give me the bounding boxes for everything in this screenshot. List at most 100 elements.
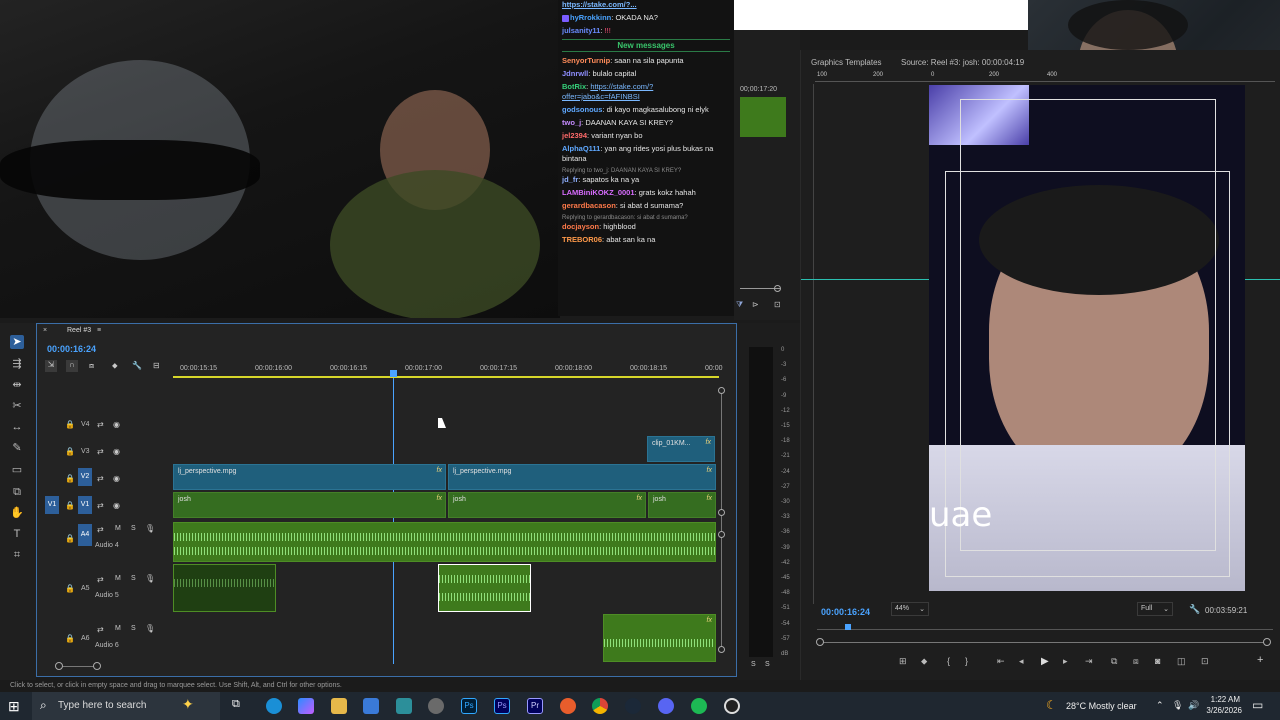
zoom-select[interactable]: 44% ⌄: [891, 602, 929, 616]
chat-username[interactable]: jd_fr: [562, 175, 578, 184]
chat-username[interactable]: AlphaQ111: [562, 144, 600, 153]
sync-lock-icon[interactable]: ⇄: [97, 420, 104, 429]
type-tool-icon[interactable]: T: [10, 527, 24, 541]
meter-solo-left[interactable]: S: [751, 661, 756, 668]
playhead-line[interactable]: [393, 378, 394, 664]
clip-v3[interactable]: clip_01KM... fx: [647, 436, 715, 462]
tab-graphics-templates[interactable]: Graphics Templates: [811, 58, 882, 67]
vscroll-handle[interactable]: [718, 646, 725, 653]
chat-username[interactable]: jel2394: [562, 131, 587, 140]
export-icon[interactable]: ⊡: [1201, 656, 1209, 667]
pen-tool-icon[interactable]: ✎: [10, 441, 24, 455]
microphone-icon[interactable]: 🎙: [145, 574, 155, 583]
weather-icon[interactable]: ☾: [1046, 698, 1057, 712]
clock-time[interactable]: 1:22 AM: [1208, 695, 1240, 704]
add-marker-icon[interactable]: ⬥: [921, 656, 927, 667]
go-to-in-icon[interactable]: ⇤: [997, 656, 1005, 667]
play-icon[interactable]: ▶: [1041, 656, 1049, 667]
sync-lock-icon[interactable]: ⇄: [97, 447, 104, 456]
source-scrubber[interactable]: [817, 624, 1273, 630]
solo-button[interactable]: S: [131, 625, 136, 632]
slip-tool-icon[interactable]: ↔: [10, 420, 24, 434]
remix-tool-icon[interactable]: ⧉: [10, 485, 24, 499]
export-frame-icon[interactable]: ⊡: [774, 300, 782, 309]
lock-icon[interactable]: 🔒: [65, 447, 75, 456]
selection-tool-icon[interactable]: ➤: [10, 335, 24, 349]
chat-username[interactable]: TREBOR06: [562, 235, 602, 244]
vscroll-handle[interactable]: [718, 531, 725, 538]
clip-a5-1[interactable]: [173, 564, 276, 612]
lock-icon[interactable]: 🔒: [65, 501, 75, 510]
spotify-icon[interactable]: [691, 698, 707, 714]
comparison-icon[interactable]: ◫: [1177, 656, 1186, 667]
mini-scroll-handle[interactable]: [774, 285, 781, 292]
microphone-tray-icon[interactable]: 🎙: [1172, 700, 1183, 711]
tab-source[interactable]: Source: Reel #3: josh: 00:00:04:19: [901, 58, 1024, 67]
track-select-tool-icon[interactable]: ⇶: [10, 357, 24, 371]
track-v2-target[interactable]: V2: [78, 468, 92, 486]
chat-username[interactable]: BotRix: [562, 82, 586, 91]
source-current-time[interactable]: 00:00:16:24: [821, 607, 870, 617]
microphone-icon[interactable]: 🎙: [145, 624, 155, 633]
eye-icon[interactable]: ◉: [113, 447, 120, 456]
hscroll-handle-right[interactable]: [93, 662, 101, 670]
zoom-handle-right[interactable]: [1263, 638, 1271, 646]
auto-reframe-tool-icon[interactable]: ⌗: [10, 548, 24, 562]
sync-lock-icon[interactable]: ⇄: [97, 625, 104, 634]
lock-icon[interactable]: 🔒: [65, 584, 75, 593]
store-icon[interactable]: [363, 698, 379, 714]
eye-icon[interactable]: ◉: [113, 501, 120, 510]
sync-lock-icon[interactable]: ⇄: [97, 575, 104, 584]
add-button-icon[interactable]: +: [1257, 654, 1263, 666]
mark-out-icon[interactable]: }: [965, 656, 968, 666]
windows-start-icon[interactable]: ⊞: [8, 698, 20, 715]
meter-solo-right[interactable]: S: [765, 661, 770, 668]
lock-icon[interactable]: 🔒: [65, 634, 75, 643]
step-forward-icon[interactable]: ▸: [1063, 656, 1068, 667]
razor-tool-icon[interactable]: ✂: [10, 399, 24, 413]
file-explorer-icon[interactable]: [331, 698, 347, 714]
lock-icon[interactable]: 🔒: [65, 474, 75, 483]
vscroll-handle[interactable]: [718, 509, 725, 516]
photoshop-icon[interactable]: Ps: [461, 698, 477, 714]
linked-selection-icon[interactable]: ⧈: [89, 361, 94, 371]
playhead-handle[interactable]: [390, 370, 397, 377]
tab-menu-icon[interactable]: ≡: [97, 327, 101, 334]
photoshop-alt-icon[interactable]: Ps: [494, 698, 510, 714]
step-back-icon[interactable]: ◂: [1019, 656, 1024, 667]
resolution-select[interactable]: Full ⌄: [1137, 602, 1173, 616]
insert-clip-icon[interactable]: ⧉: [1111, 656, 1117, 667]
app-icon[interactable]: [396, 698, 412, 714]
settings-icon[interactable]: [428, 698, 444, 714]
edge-icon[interactable]: [266, 698, 282, 714]
premiere-pro-icon[interactable]: Pr: [527, 698, 543, 714]
chat-username[interactable]: two_j: [562, 118, 581, 127]
lock-icon[interactable]: 🔒: [65, 420, 75, 429]
clip-v2-2[interactable]: lj_perspective.mpg fx: [448, 464, 716, 490]
filter-icon[interactable]: ⧩: [736, 300, 744, 309]
mute-button[interactable]: M: [115, 575, 121, 582]
lock-icon[interactable]: 🔒: [65, 534, 75, 543]
tab-reel-3[interactable]: Reel #3: [67, 327, 91, 334]
chat-username[interactable]: SenyorTurnip: [562, 56, 610, 65]
notification-icon[interactable]: ▭: [1252, 698, 1263, 712]
chat-username[interactable]: godsonous: [562, 105, 602, 114]
insert-icon[interactable]: ⊞: [899, 656, 907, 667]
rectangle-tool-icon[interactable]: ▭: [10, 463, 24, 477]
taskbar-search-box[interactable]: ⌕ Type here to search ✦: [32, 692, 220, 720]
snap-icon[interactable]: ∩: [66, 360, 78, 372]
tray-chevron-icon[interactable]: ⌃: [1156, 700, 1164, 711]
mute-button[interactable]: M: [115, 625, 121, 632]
overwrite-icon[interactable]: ⧈: [1133, 656, 1139, 667]
wrench-icon[interactable]: 🔧: [1189, 604, 1200, 615]
clip-a5-2[interactable]: [438, 564, 531, 612]
go-to-out-icon[interactable]: ⇥: [1085, 656, 1093, 667]
track-a4-target[interactable]: A4: [78, 524, 92, 546]
add-marker-icon[interactable]: ⬥: [112, 361, 118, 371]
vlc-icon[interactable]: [560, 698, 576, 714]
eye-icon[interactable]: ◉: [113, 474, 120, 483]
chat-username[interactable]: Jdnrwll: [562, 69, 588, 78]
volume-icon[interactable]: 🔊: [1188, 700, 1199, 711]
close-tab-icon[interactable]: ×: [43, 327, 47, 334]
zoom-handle-left[interactable]: [816, 638, 824, 646]
